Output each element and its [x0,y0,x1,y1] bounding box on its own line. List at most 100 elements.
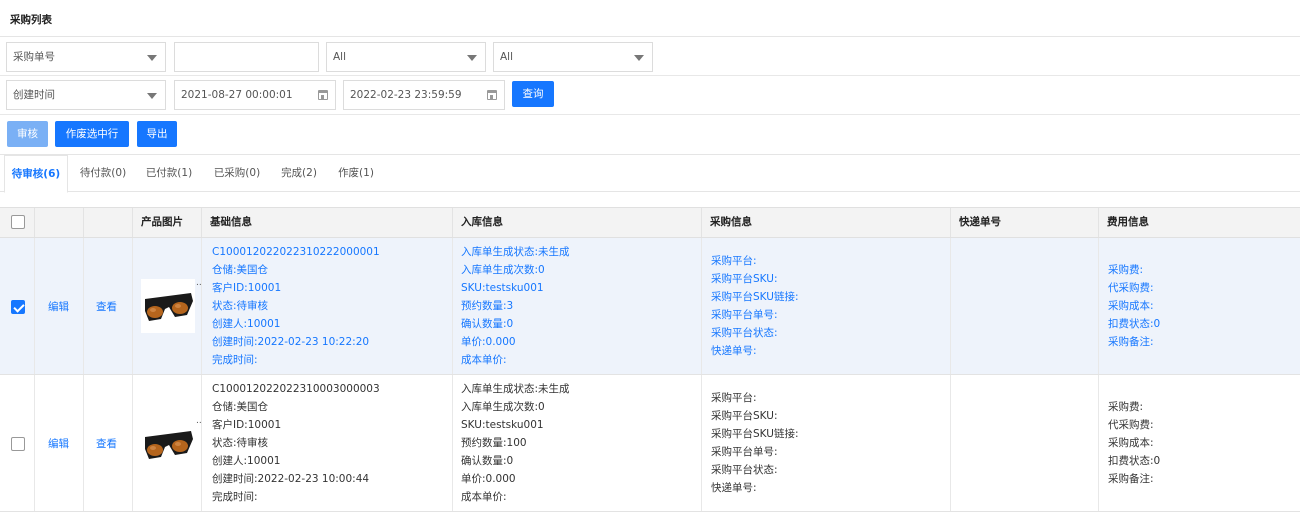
header-fee-info: 费用信息 [1098,208,1300,237]
divider [201,238,202,374]
divider [0,114,1300,115]
customer-id: 客户ID:10001 [212,419,282,431]
approve-button[interactable]: 审核 [7,121,48,147]
header-purchase-info: 采购信息 [701,208,950,237]
table-row: 编辑 查看 .. C100012022022310003000003 仓储:美国… [0,375,1300,512]
reserved-qty: 预约数量:100 [461,437,527,449]
purchase-info: 采购平台: 采购平台SKU: 采购平台SKU链接: 采购平台单号: 采购平台状态… [711,252,799,360]
tab-voided[interactable]: 作废(1) [330,155,382,192]
tracking-number: 快递单号: [711,345,757,357]
start-date-input[interactable]: 2021-08-27 00:00:01 [174,80,336,110]
more-indicator: .. [196,278,202,288]
divider [701,375,702,511]
purchase-remark: 采购备注: [1108,473,1154,485]
purchase-fee: 采购费: [1108,264,1144,276]
time-type-select[interactable]: 创建时间 [6,80,166,110]
divider [950,238,951,374]
void-selected-button[interactable]: 作废选中行 [55,121,129,147]
unit-price: 单价:0.000 [461,336,516,348]
purchase-cost: 采购成本: [1108,300,1154,312]
agent-purchase-fee: 代采购费: [1108,282,1154,294]
inbound-gen-count: 入库单生成次数:0 [461,401,545,413]
fee-info: 采购费: 代采购费: 采购成本: 扣费状态:0 采购备注: [1108,261,1160,351]
divider [132,238,133,374]
inbound-info: 入库单生成状态:未生成 入库单生成次数:0 SKU:testsku001 预约数… [461,380,570,506]
creator: 创建人:10001 [212,318,281,330]
status: 状态:待审核 [212,300,269,312]
completed-time: 完成时间: [212,491,258,503]
select-all-checkbox[interactable] [11,215,25,229]
warehouse: 仓储:美国仓 [212,264,269,276]
reserved-qty: 预约数量:3 [461,300,514,312]
edit-link[interactable]: 编辑 [48,436,69,451]
purchase-platform-sku-link: 采购平台SKU链接: [711,291,799,303]
chevron-down-icon [147,55,157,61]
purchase-platform-sku-link: 采购平台SKU链接: [711,428,799,440]
view-link[interactable]: 查看 [96,299,117,314]
deduction-status: 扣费状态:0 [1108,455,1161,467]
view-link[interactable]: 查看 [96,436,117,451]
tab-purchased[interactable]: 已采购(0) [206,155,268,192]
page-title: 采购列表 [0,0,1300,37]
row-checkbox[interactable] [11,300,25,314]
cost-unit-price: 成本单价: [461,354,507,366]
divider [0,75,1300,76]
end-date-input[interactable]: 2022-02-23 23:59:59 [343,80,505,110]
query-button[interactable]: 查询 [512,81,554,107]
inbound-gen-status: 入库单生成状态:未生成 [461,383,570,395]
inbound-gen-status: 入库单生成状态:未生成 [461,246,570,258]
inbound-gen-count: 入库单生成次数:0 [461,264,545,276]
deduction-status: 扣费状态:0 [1108,318,1161,330]
divider [950,375,951,511]
purchase-platform: 采购平台: [711,255,757,267]
calendar-icon [487,90,497,100]
inbound-info: 入库单生成状态:未生成 入库单生成次数:0 SKU:testsku001 预约数… [461,243,570,369]
completed-time: 完成时间: [212,354,258,366]
status-tabs: 待审核(6) 待付款(0) 已付款(1) 已采购(0) 完成(2) 作废(1) [0,154,1300,193]
purchase-platform-sku: 采购平台SKU: [711,273,778,285]
more-indicator: .. [196,416,202,426]
status: 状态:待审核 [212,437,269,449]
purchase-cost: 采购成本: [1108,437,1154,449]
order-number[interactable]: C100012022022310222000001 [212,243,380,261]
filter-select-2[interactable]: All [326,42,486,72]
filter-select-3[interactable]: All [493,42,653,72]
agent-purchase-fee: 代采购费: [1108,419,1154,431]
order-number[interactable]: C100012022022310003000003 [212,380,380,398]
purchase-platform-status: 采购平台状态: [711,464,778,476]
divider [452,238,453,374]
tab-pending-review[interactable]: 待审核(6) [4,155,68,193]
divider [34,238,35,374]
unit-price: 单价:0.000 [461,473,516,485]
filter-select-2-value: All [333,51,347,63]
product-image [141,279,195,333]
sunglasses-icon [141,417,195,471]
product-image [141,417,195,471]
tab-paid[interactable]: 已付款(1) [138,155,200,192]
divider [34,375,35,511]
calendar-icon [318,90,328,100]
created-time: 创建时间:2022-02-23 10:22:20 [212,336,370,348]
row-checkbox[interactable] [11,437,25,451]
edit-link[interactable]: 编辑 [48,299,69,314]
search-input[interactable] [174,42,319,72]
tab-pending-payment[interactable]: 待付款(0) [72,155,134,192]
confirmed-qty: 确认数量:0 [461,455,514,467]
filter-select-3-value: All [500,51,514,63]
divider [83,375,84,511]
sku: SKU:testsku001 [461,282,544,294]
field-select[interactable]: 采购单号 [6,42,166,72]
end-date-value: 2022-02-23 23:59:59 [350,89,462,101]
purchase-remark: 采购备注: [1108,336,1154,348]
divider [1098,375,1099,511]
divider [1098,238,1099,374]
creator: 创建人:10001 [212,455,281,467]
chevron-down-icon [147,93,157,99]
divider [452,375,453,511]
tab-completed[interactable]: 完成(2) [274,155,324,192]
purchase-platform-order: 采购平台单号: [711,446,778,458]
export-button[interactable]: 导出 [137,121,177,147]
field-select-value: 采购单号 [13,51,55,63]
table-row: 编辑 查看 .. C100012022022310222000001 仓储:美国… [0,238,1300,375]
chevron-down-icon [467,55,477,61]
